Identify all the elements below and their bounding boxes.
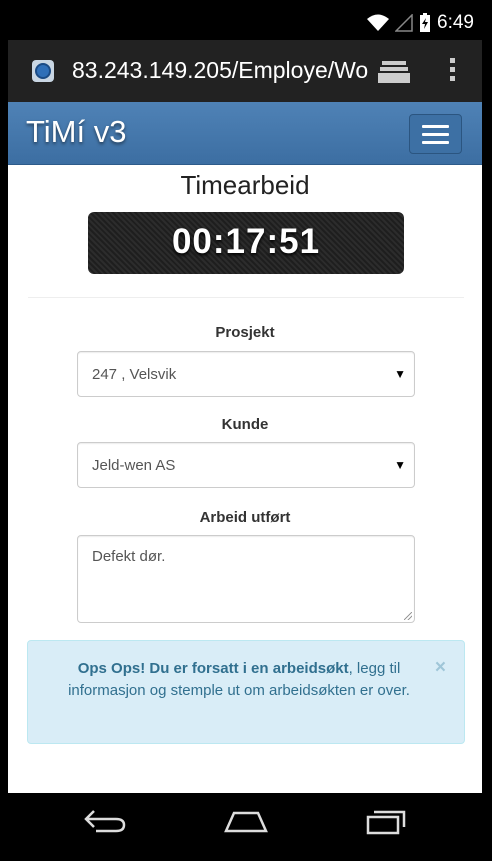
app-navbar: TiMí v3	[8, 102, 482, 165]
hamburger-menu-button[interactable]	[409, 114, 462, 154]
project-select-value: 247 , Velsvik	[92, 366, 177, 383]
tabs-icon[interactable]	[378, 60, 410, 89]
work-done-label: Arbeid utført	[199, 509, 291, 526]
customer-select[interactable]: Jeld-wen AS ▼	[77, 442, 415, 488]
recent-apps-icon[interactable]	[364, 807, 408, 840]
browser-toolbar: 83.243.149.205/Employe/Wo	[8, 40, 482, 102]
alert-strong-text: Ops Ops! Du er forsatt i en arbeidsøkt	[77, 660, 349, 677]
main-content: Timearbeid 00:17:51 Prosjekt 247 , Velsv…	[8, 165, 482, 793]
work-done-value: Defekt dør.	[92, 548, 166, 565]
address-bar[interactable]: 83.243.149.205/Employe/Wo	[72, 57, 372, 84]
timer-value: 00:17:51	[171, 222, 321, 261]
alert-message: Ops Ops! Du er forsatt i en arbeidsøkt, …	[58, 658, 420, 702]
overflow-menu-icon[interactable]	[448, 58, 456, 84]
android-status-bar: 6:49	[8, 8, 482, 40]
work-done-textarea[interactable]: Defekt dør.	[77, 535, 415, 623]
project-label: Prosjekt	[215, 324, 275, 341]
info-alert: Ops Ops! Du er forsatt i en arbeidsøkt, …	[27, 640, 465, 744]
site-favicon-icon	[32, 60, 54, 82]
page-title: Timearbeid	[180, 170, 310, 200]
android-nav-bar	[8, 793, 482, 853]
dropdown-arrow-icon: ▼	[394, 458, 406, 472]
battery-icon	[419, 13, 431, 33]
timer-display: 00:17:51	[88, 212, 404, 274]
customer-label: Kunde	[221, 416, 269, 433]
wifi-icon	[367, 14, 390, 32]
project-select[interactable]: 247 , Velsvik ▼	[77, 351, 415, 397]
customer-select-value: Jeld-wen AS	[92, 457, 176, 474]
cell-signal-icon	[395, 14, 413, 32]
dropdown-arrow-icon: ▼	[394, 367, 406, 381]
home-icon[interactable]	[222, 807, 270, 840]
clock: 6:49	[437, 12, 474, 33]
close-icon[interactable]: ×	[435, 657, 446, 679]
brand-logo[interactable]: TiMí v3	[26, 114, 126, 150]
back-icon[interactable]	[84, 807, 128, 840]
divider	[28, 297, 464, 298]
resize-handle-icon[interactable]	[404, 612, 412, 620]
